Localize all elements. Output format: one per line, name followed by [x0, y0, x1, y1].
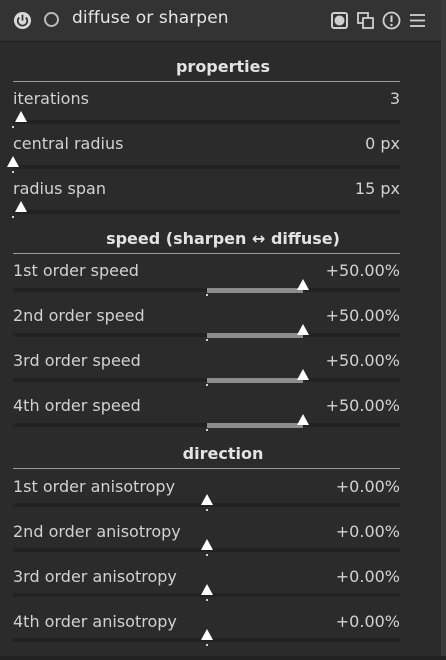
power-icon[interactable]	[13, 11, 32, 30]
slider-value: 3	[389, 89, 400, 108]
slider-origin-dot	[205, 339, 208, 341]
slider-thumb[interactable]	[297, 414, 310, 425]
panel-scroll-edge	[441, 0, 446, 660]
slider-thumb[interactable]	[297, 324, 310, 335]
presets-menu-icon[interactable]	[409, 12, 426, 29]
slider-thumb[interactable]	[297, 369, 310, 380]
slider-value: +0.00%	[335, 522, 400, 541]
slider-label: iterations	[13, 89, 89, 108]
module-header: diffuse or sharpen	[0, 0, 446, 42]
slider-origin-dot	[205, 554, 208, 556]
slider-value: +50.00%	[325, 261, 400, 280]
slider-origin-dot	[205, 644, 208, 646]
slider-track[interactable]	[13, 165, 400, 169]
slider-label: 4th order speed	[13, 396, 141, 415]
slider-thumb[interactable]	[14, 111, 27, 122]
slider-value: 0 px	[365, 134, 400, 153]
slider-origin-dot	[12, 216, 14, 218]
slider-origin-dot	[205, 509, 208, 511]
reset-icon[interactable]	[382, 11, 401, 30]
slider-label: radius span	[13, 179, 106, 198]
slider-track[interactable]	[13, 210, 400, 214]
slider-label: 3rd order anisotropy	[13, 567, 177, 586]
slider-label: 4th order anisotropy	[13, 612, 177, 631]
slider-value: 15 px	[354, 179, 400, 198]
slider-value: +0.00%	[335, 477, 400, 496]
slider-origin-dot	[205, 294, 208, 296]
slider-origin-dot	[12, 126, 14, 128]
section-title-direction: direction	[182, 444, 264, 463]
slider-track[interactable]	[13, 120, 400, 124]
section-divider	[13, 81, 400, 82]
section-title-speed: speed (sharpen ↔ diffuse)	[106, 229, 340, 248]
slider-thumb[interactable]	[200, 584, 213, 595]
slider-fill	[206, 378, 304, 383]
slider-value: +50.00%	[325, 351, 400, 370]
slider-origin-dot	[12, 171, 14, 173]
slider-value: +0.00%	[335, 567, 400, 586]
slider-fill	[206, 333, 304, 338]
slider-label: 2nd order speed	[13, 306, 145, 325]
slider-thumb[interactable]	[7, 156, 19, 167]
slider-label: 2nd order anisotropy	[13, 522, 181, 541]
slider-thumb[interactable]	[200, 494, 213, 505]
slider-value: +50.00%	[325, 306, 400, 325]
slider-thumb[interactable]	[200, 539, 213, 550]
slider-value: +0.00%	[335, 612, 400, 631]
module-title: diffuse or sharpen	[72, 8, 229, 28]
multi-instance-icon[interactable]	[357, 12, 374, 29]
slider-origin-dot	[205, 429, 208, 431]
panel-bottom-edge	[0, 656, 446, 660]
slider-value: +50.00%	[325, 396, 400, 415]
section-divider	[13, 253, 400, 254]
slider-fill	[206, 288, 304, 293]
slider-fill	[206, 423, 304, 428]
slider-thumb[interactable]	[200, 629, 213, 640]
slider-label: 1st order anisotropy	[13, 477, 176, 496]
mask-icon[interactable]	[331, 12, 348, 29]
slider-label: 3rd order speed	[13, 351, 141, 370]
slider-origin-dot	[205, 384, 208, 386]
preset-indicator-icon	[44, 12, 59, 27]
slider-label: central radius	[13, 134, 124, 153]
slider-origin-dot	[205, 599, 208, 601]
slider-thumb[interactable]	[297, 279, 310, 290]
slider-label: 1st order speed	[13, 261, 139, 280]
slider-thumb[interactable]	[14, 201, 27, 212]
section-title-properties: properties	[175, 57, 271, 76]
section-divider	[13, 468, 400, 469]
